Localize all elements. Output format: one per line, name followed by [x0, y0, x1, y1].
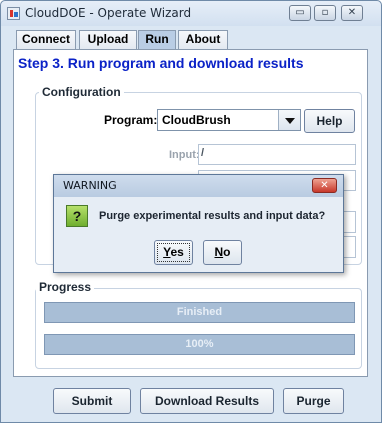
tab-about[interactable]: About	[178, 30, 228, 49]
minimize-button[interactable]: ▭	[289, 5, 311, 21]
status-progress-bar: Finished	[44, 302, 355, 323]
program-label: Program:	[104, 113, 158, 127]
tab-connect[interactable]: Connect	[16, 30, 76, 49]
close-button[interactable]: ✕	[341, 5, 363, 21]
yes-button[interactable]: Yes	[154, 240, 193, 265]
tab-upload[interactable]: Upload	[79, 30, 137, 49]
window-title: CloudDOE - Operate Wizard	[25, 6, 192, 20]
no-mnemonic: N	[214, 245, 224, 259]
input-field[interactable]: /	[198, 144, 356, 165]
tab-bar: Connect Upload Run About	[16, 30, 376, 50]
configuration-label: Configuration	[39, 85, 124, 99]
dialog-message: Purge experimental results and input dat…	[99, 210, 326, 222]
tab-run[interactable]: Run	[138, 30, 176, 50]
purge-button[interactable]: Purge	[283, 388, 344, 414]
step-title: Step 3. Run program and download results	[18, 55, 304, 71]
no-button[interactable]: No	[203, 240, 242, 265]
submit-button[interactable]: Submit	[53, 388, 131, 414]
program-select[interactable]: CloudBrush	[157, 109, 301, 131]
dialog-close-icon[interactable]: ✕	[312, 178, 337, 193]
app-icon	[7, 7, 20, 20]
percent-progress-bar: 100%	[44, 334, 355, 355]
input-field-value: /	[201, 147, 205, 159]
maximize-button[interactable]: ▫	[314, 5, 336, 21]
program-select-value: CloudBrush	[162, 113, 231, 127]
no-label-rest: o	[223, 245, 231, 259]
title-bar[interactable]: CloudDOE - Operate Wizard ▭ ▫ ✕	[1, 1, 381, 26]
progress-label: Progress	[36, 280, 95, 294]
input-label: Input:	[169, 149, 200, 161]
help-button[interactable]: Help	[304, 109, 355, 133]
warning-dialog: WARNING ✕ ? Purge experimental results a…	[53, 174, 344, 273]
yes-label-rest: es	[170, 245, 184, 259]
progress-group	[35, 288, 362, 369]
dialog-title: WARNING	[63, 179, 117, 192]
dialog-title-bar[interactable]: WARNING ✕	[54, 175, 343, 197]
chevron-down-icon[interactable]	[278, 110, 300, 130]
question-icon: ?	[66, 205, 88, 227]
download-results-button[interactable]: Download Results	[140, 388, 274, 414]
